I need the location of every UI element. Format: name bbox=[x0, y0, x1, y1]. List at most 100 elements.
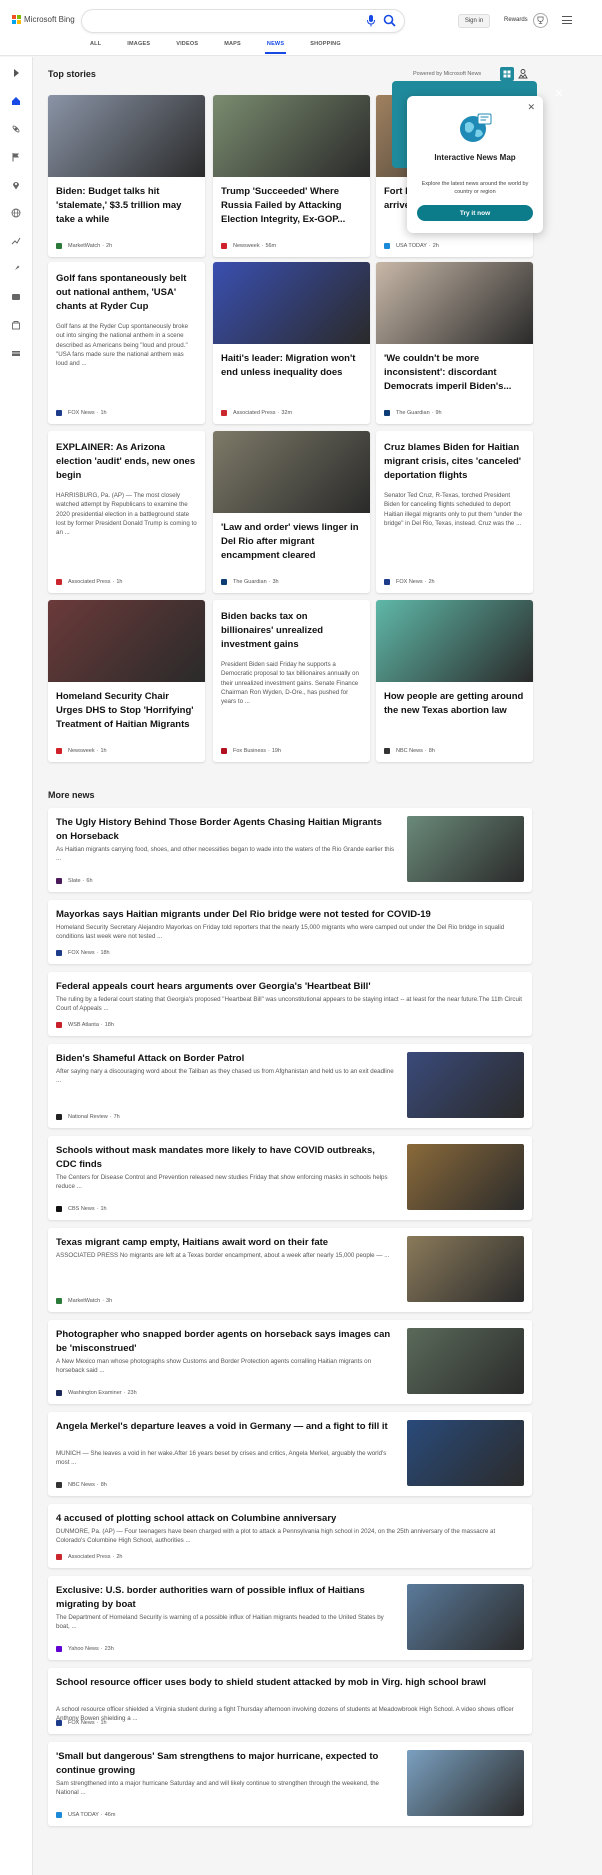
story-source[interactable]: The Guardian · 9h bbox=[384, 410, 442, 416]
news-list-item[interactable]: 4 accused of plotting school attack on C… bbox=[48, 1504, 532, 1568]
story-source[interactable]: Associated Press · 32m bbox=[221, 410, 292, 416]
news-thumbnail[interactable] bbox=[407, 1052, 524, 1118]
news-list-item[interactable]: Exclusive: U.S. border authorities warn … bbox=[48, 1576, 532, 1660]
news-list-item[interactable]: The Ugly History Behind Those Border Age… bbox=[48, 808, 532, 892]
news-source[interactable]: NBC News · 8h bbox=[56, 1482, 107, 1488]
news-thumbnail[interactable] bbox=[407, 1328, 524, 1394]
story-title[interactable]: How people are getting around the new Te… bbox=[384, 690, 525, 718]
story-title[interactable]: Haiti's leader: Migration won't end unle… bbox=[221, 352, 362, 380]
sign-in-button[interactable]: Sign in bbox=[458, 14, 490, 28]
news-title[interactable]: Federal appeals court hears arguments ov… bbox=[56, 980, 524, 994]
story-title[interactable]: Biden: Budget talks hit 'stalemate,' $3.… bbox=[56, 185, 197, 227]
trophy-icon[interactable] bbox=[533, 13, 548, 28]
widget-close-icon[interactable] bbox=[554, 88, 564, 98]
expand-icon[interactable] bbox=[11, 68, 21, 78]
news-thumbnail[interactable] bbox=[407, 1750, 524, 1816]
microphone-icon[interactable] bbox=[366, 15, 376, 27]
tab-all[interactable]: ALL bbox=[90, 41, 101, 47]
popup-close-icon[interactable]: ✕ bbox=[527, 102, 535, 113]
news-list-item[interactable]: Mayorkas says Haitian migrants under Del… bbox=[48, 900, 532, 964]
story-source[interactable]: NBC News · 8h bbox=[384, 748, 435, 754]
location-icon[interactable] bbox=[11, 180, 21, 190]
story-card[interactable]: Trump 'Succeeded' Where Russia Failed by… bbox=[213, 95, 370, 257]
flag-icon[interactable] bbox=[11, 152, 21, 162]
tab-maps[interactable]: MAPS bbox=[224, 41, 241, 47]
story-image[interactable] bbox=[213, 262, 370, 344]
business-icon[interactable] bbox=[11, 236, 21, 246]
story-card[interactable]: How people are getting around the new Te… bbox=[376, 600, 533, 762]
news-list-item[interactable]: Schools without mask mandates more likel… bbox=[48, 1136, 532, 1220]
news-source[interactable]: WSB Atlanta · 18h bbox=[56, 1022, 114, 1028]
news-title[interactable]: The Ugly History Behind Those Border Age… bbox=[56, 816, 396, 844]
rewards-link[interactable]: Rewards bbox=[504, 17, 528, 23]
news-title[interactable]: School resource officer uses body to shi… bbox=[56, 1676, 524, 1690]
news-thumbnail[interactable] bbox=[407, 1144, 524, 1210]
news-source[interactable]: National Review · 7h bbox=[56, 1114, 120, 1120]
news-source[interactable]: USA TODAY · 46m bbox=[56, 1812, 115, 1818]
story-title[interactable]: Homeland Security Chair Urges DHS to Sto… bbox=[56, 690, 197, 732]
news-title[interactable]: 'Small but dangerous' Sam strengthens to… bbox=[56, 1750, 396, 1778]
story-title[interactable]: 'We couldn't be more inconsistent': disc… bbox=[384, 352, 525, 394]
sports-icon[interactable] bbox=[11, 320, 21, 330]
search-input[interactable] bbox=[82, 10, 404, 32]
news-title[interactable]: Photographer who snapped border agents o… bbox=[56, 1328, 396, 1356]
news-title[interactable]: Angela Merkel's departure leaves a void … bbox=[56, 1420, 396, 1434]
news-list-item[interactable]: School resource officer uses body to shi… bbox=[48, 1668, 532, 1734]
news-thumbnail[interactable] bbox=[407, 816, 524, 882]
map-view-button[interactable] bbox=[516, 67, 530, 81]
story-title[interactable]: EXPLAINER: As Arizona election 'audit' e… bbox=[56, 441, 197, 483]
news-title[interactable]: Biden's Shameful Attack on Border Patrol bbox=[56, 1052, 396, 1066]
story-card[interactable]: EXPLAINER: As Arizona election 'audit' e… bbox=[48, 431, 205, 593]
news-title[interactable]: Texas migrant camp empty, Haitians await… bbox=[56, 1236, 396, 1250]
home-icon[interactable] bbox=[11, 96, 21, 106]
story-image[interactable] bbox=[213, 95, 370, 177]
tab-shopping[interactable]: SHOPPING bbox=[310, 41, 341, 47]
story-card[interactable]: Biden: Budget talks hit 'stalemate,' $3.… bbox=[48, 95, 205, 257]
news-list-item[interactable]: Texas migrant camp empty, Haitians await… bbox=[48, 1228, 532, 1312]
menu-icon[interactable] bbox=[562, 16, 572, 24]
news-source[interactable]: Washington Examiner · 23h bbox=[56, 1390, 137, 1396]
news-title[interactable]: Schools without mask mandates more likel… bbox=[56, 1144, 396, 1172]
news-title[interactable]: Exclusive: U.S. border authorities warn … bbox=[56, 1584, 396, 1612]
story-title[interactable]: Cruz blames Biden for Haitian migrant cr… bbox=[384, 441, 525, 483]
news-title[interactable]: Mayorkas says Haitian migrants under Del… bbox=[56, 908, 524, 922]
money-icon[interactable] bbox=[11, 348, 21, 358]
news-list-item[interactable]: Angela Merkel's departure leaves a void … bbox=[48, 1412, 532, 1496]
story-source[interactable]: MarketWatch · 2h bbox=[56, 243, 112, 249]
story-card[interactable]: Biden backs tax on billionaires' unreali… bbox=[213, 600, 370, 762]
story-image[interactable] bbox=[376, 262, 533, 344]
story-card[interactable]: 'Law and order' views linger in Del Rio … bbox=[213, 431, 370, 593]
story-image[interactable] bbox=[48, 95, 205, 177]
news-source[interactable]: Associated Press · 2h bbox=[56, 1554, 122, 1560]
story-card[interactable]: Homeland Security Chair Urges DHS to Sto… bbox=[48, 600, 205, 762]
story-card[interactable]: Cruz blames Biden for Haitian migrant cr… bbox=[376, 431, 533, 593]
story-title[interactable]: Biden backs tax on billionaires' unreali… bbox=[221, 610, 362, 652]
news-thumbnail[interactable] bbox=[407, 1236, 524, 1302]
news-source[interactable]: MarketWatch · 3h bbox=[56, 1298, 112, 1304]
news-source[interactable]: FOX News · 1h bbox=[56, 1720, 107, 1726]
try-it-now-button[interactable]: Try it now bbox=[417, 205, 533, 221]
news-thumbnail[interactable] bbox=[407, 1584, 524, 1650]
grid-view-button[interactable] bbox=[500, 67, 514, 81]
story-source[interactable]: Newsweek · 56m bbox=[221, 243, 276, 249]
story-source[interactable]: Fox Business · 19h bbox=[221, 748, 281, 754]
tab-news[interactable]: NEWS bbox=[264, 41, 287, 54]
globe-icon[interactable] bbox=[11, 208, 21, 218]
story-title[interactable]: 'Law and order' views linger in Del Rio … bbox=[221, 521, 362, 563]
story-source[interactable]: FOX News · 1h bbox=[56, 410, 107, 416]
news-title[interactable]: 4 accused of plotting school attack on C… bbox=[56, 1512, 524, 1526]
entertainment-icon[interactable] bbox=[11, 292, 21, 302]
story-source[interactable]: FOX News · 2h bbox=[384, 579, 435, 585]
news-source[interactable]: CBS News · 1h bbox=[56, 1206, 107, 1212]
story-card[interactable]: Golf fans spontaneously belt out nationa… bbox=[48, 262, 205, 424]
bing-logo[interactable]: Microsoft Bing bbox=[12, 15, 75, 24]
news-source[interactable]: Slate · 6h bbox=[56, 878, 93, 884]
rocket-icon[interactable] bbox=[11, 264, 21, 274]
story-image[interactable] bbox=[48, 600, 205, 682]
story-title[interactable]: Trump 'Succeeded' Where Russia Failed by… bbox=[221, 185, 362, 227]
science-icon[interactable] bbox=[11, 124, 21, 134]
story-source[interactable]: Associated Press · 1h bbox=[56, 579, 122, 585]
search-icon[interactable] bbox=[383, 14, 396, 27]
news-source[interactable]: FOX News · 18h bbox=[56, 950, 110, 956]
story-title[interactable]: Golf fans spontaneously belt out nationa… bbox=[56, 272, 197, 314]
